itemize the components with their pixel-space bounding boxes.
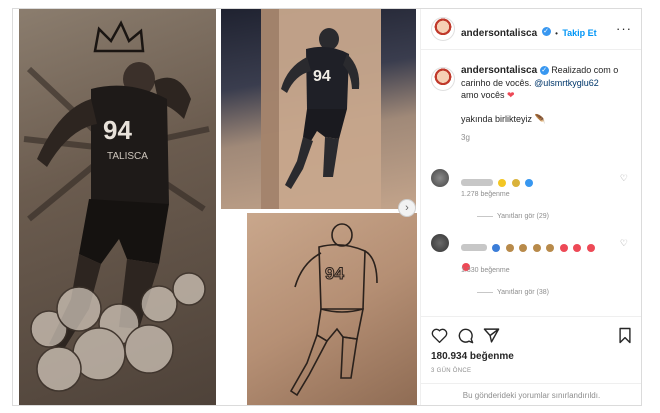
tattoo-photo-large: 94 TALISCA [19,9,216,405]
comment-text [461,174,534,192]
comment-item: ♡ 1.330 beğenme Yanıtları gör (38) [431,234,636,309]
avatar[interactable] [431,17,455,41]
post-sidebar: andersontalisca ✓ • Takip Et ··· anderso… [420,9,641,405]
emoji [498,178,507,187]
view-replies-label[interactable]: Yanıtları gör (38) [497,289,549,296]
emoji [492,243,501,252]
jersey-name: TALISCA [107,151,148,162]
post-timestamp[interactable]: 3 GÜN ÖNCE [431,368,471,374]
jersey-number-line: 94 [325,264,344,283]
comment-likes[interactable]: 1.330 beğenme [461,267,510,274]
post-actions: 180.934 beğenme 3 GÜN ÖNCE Bu gönderidek… [421,316,641,405]
tattoo-photo-bottom-right: 94 [247,213,417,405]
emoji [559,243,568,252]
blurred-username [461,179,493,187]
tattoo-illustration-large: 94 TALISCA [23,20,210,392]
caption-second-line: yakında birlikteyiz [461,114,533,124]
caption-text-3: amo vocês [461,90,505,100]
comments-limited-notice: Bu gönderideki yorumlar sınırlandırıldı. [421,383,641,405]
feather-emoji: 🪶 [534,114,546,124]
emoji [586,243,595,252]
tattoo-photo-top-right: 94 [221,9,416,209]
post-header: andersontalisca ✓ • Takip Et ··· [421,9,641,50]
emoji [505,243,514,252]
comment-icon[interactable] [455,325,475,345]
comment-likes[interactable]: 1.278 beğenme [461,191,510,198]
caption: andersontalisca ✓ Realizado com o carinh… [461,64,636,144]
emoji [519,243,528,252]
emoji [532,243,541,252]
tattoo-illustration-bottom: 94 [289,223,378,397]
caption-mention[interactable]: @ulsmrtkyglu62 [534,78,599,88]
username[interactable]: andersontalisca [461,28,537,39]
blurred-username [461,244,487,252]
like-count[interactable]: 180.934 beğenme [431,351,514,362]
follow-button[interactable]: Takip Et [562,28,596,38]
caption-avatar[interactable] [431,67,455,91]
heart-icon[interactable] [429,325,449,345]
red-heart-emoji: ❤ [507,90,515,100]
comment-item: ♡ 1.278 beğenme Yanıtları gör (29) [431,169,636,229]
jersey-number: 94 [103,115,132,145]
next-arrow-icon[interactable]: › [398,199,416,217]
verified-icon: ✓ [541,27,551,37]
comment-like-icon[interactable]: ♡ [620,238,628,249]
tattoo-illustration-top: 94 [261,9,381,209]
comment-avatar[interactable] [431,234,449,252]
caption-text-1: Realizado com o [551,65,619,75]
caption-text-2: carinho de vocês. [461,78,532,88]
emoji [511,178,520,187]
instagram-post-modal: 94 TALISCA 94 94 › andersontalisca ✓ • T… [12,8,642,406]
header-user-line: andersontalisca ✓ • Takip Et [461,23,597,41]
post-media: 94 TALISCA 94 94 › [13,9,420,405]
emoji [525,178,534,187]
view-replies[interactable]: Yanıtları gör (38) [477,289,549,296]
bookmark-icon[interactable] [615,325,635,345]
comment-avatar[interactable] [431,169,449,187]
separator-dot: • [555,29,558,38]
emoji [546,243,555,252]
caption-username[interactable]: andersontalisca [461,65,537,76]
view-replies[interactable]: Yanıtları gör (29) [477,213,549,220]
verified-icon: ✓ [539,66,549,76]
crown-icon [93,20,145,53]
comment-like-icon[interactable]: ♡ [620,173,628,184]
more-options-icon[interactable]: ··· [616,21,632,36]
view-replies-label[interactable]: Yanıtları gör (29) [497,213,549,220]
jersey-number-small: 94 [313,68,331,85]
emoji [573,243,582,252]
caption-age: 3g [461,133,470,142]
share-icon[interactable] [481,325,501,345]
